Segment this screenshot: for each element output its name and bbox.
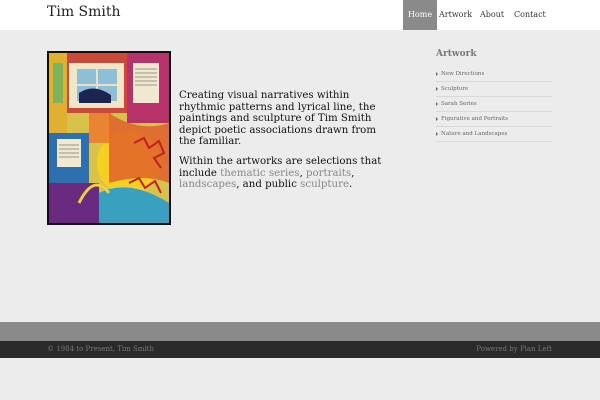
sidebar-list: New Directions Sculpture Sarah Series Fi… <box>436 67 552 142</box>
sidebar-link[interactable]: Figurative and Portraits <box>436 116 508 122</box>
sidebar-item-sarah-series[interactable]: Sarah Series <box>436 97 552 112</box>
arrow-right-icon <box>436 87 438 91</box>
sidebar-link[interactable]: Sarah Series <box>436 101 477 107</box>
selections-separator: , <box>351 167 355 179</box>
intro-paragraph: Creating visual narratives within rhythm… <box>179 90 376 147</box>
portraits-link[interactable]: portraits <box>306 168 351 179</box>
selections-separator: , and public <box>236 179 301 190</box>
sidebar-item-label: New Directions <box>441 71 485 77</box>
powered-by: Powered by Plan Left <box>476 345 552 353</box>
featured-artwork <box>47 51 171 225</box>
sidebar-item-label: Sculpture <box>441 86 469 92</box>
sidebar-link[interactable]: Sculpture <box>436 86 468 92</box>
arrow-right-icon <box>436 117 438 121</box>
powered-prefix: Powered by <box>476 345 520 353</box>
nav-artwork[interactable]: Artwork <box>439 0 472 30</box>
site-footer: © 1984 to Present, Tim Smith Powered by … <box>0 341 600 358</box>
sidebar-item-figurative[interactable]: Figurative and Portraits <box>436 112 552 127</box>
selections-suffix: . <box>348 179 353 190</box>
sidebar-link[interactable]: New Directions <box>436 71 484 77</box>
thematic-series-link[interactable]: thematic series <box>220 168 299 179</box>
nav-about[interactable]: About <box>480 0 504 30</box>
nav-contact[interactable]: Contact <box>514 0 546 30</box>
arrow-right-icon <box>436 102 438 106</box>
sidebar-item-label: Figurative and Portraits <box>441 116 509 122</box>
selections-paragraph: Within the artworks are selections that … <box>179 156 394 191</box>
nav-home[interactable]: Home <box>403 0 437 30</box>
arrow-right-icon <box>436 72 438 76</box>
sidebar-link[interactable]: Nature and Landscapes <box>436 131 507 137</box>
landscapes-link[interactable]: landscapes <box>179 179 236 190</box>
sculpture-link[interactable]: sculpture <box>300 179 349 190</box>
sidebar-item-new-directions[interactable]: New Directions <box>436 67 552 82</box>
arrow-right-icon <box>436 132 438 136</box>
sidebar-title: Artwork <box>436 49 477 59</box>
copyright-text: © 1984 to Present, Tim Smith <box>47 345 154 353</box>
sidebar-item-label: Sarah Series <box>441 101 477 107</box>
sidebar-item-nature[interactable]: Nature and Landscapes <box>436 127 552 142</box>
painting-image <box>49 53 169 223</box>
sidebar: Artwork New Directions Sculpture Sarah S… <box>436 49 552 142</box>
sidebar-item-sculpture[interactable]: Sculpture <box>436 82 552 97</box>
site-title[interactable]: Tim Smith <box>47 4 121 20</box>
plan-left-link[interactable]: Plan Left <box>520 345 552 353</box>
footer-band <box>0 322 600 341</box>
sidebar-item-label: Nature and Landscapes <box>441 131 508 137</box>
site-header: Tim Smith Home Artwork About Contact <box>0 0 600 30</box>
